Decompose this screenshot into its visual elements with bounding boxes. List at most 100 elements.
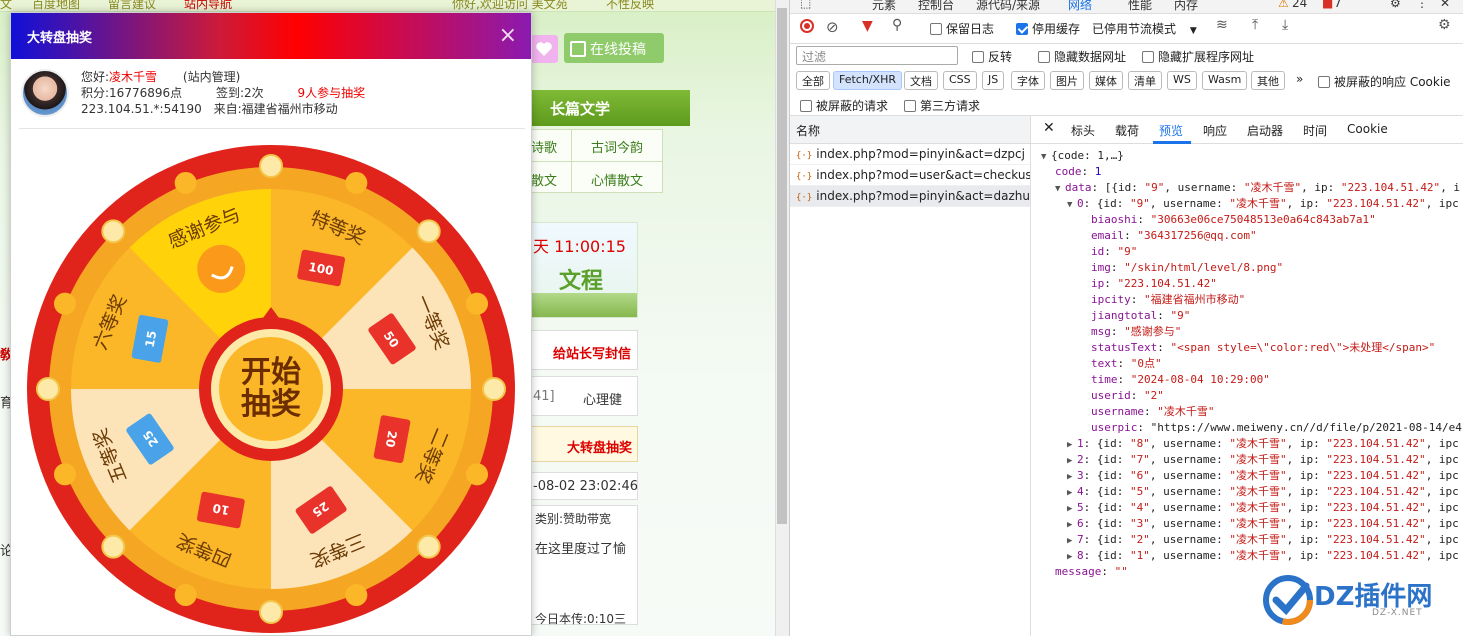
request-row-selected[interactable]: {·}index.php?mod=pinyin&act=dazhuan...: [790, 186, 1030, 207]
wheel-light-bulb: [345, 171, 368, 194]
settings-icon[interactable]: ⚙: [1390, 0, 1401, 10]
avatar[interactable]: [21, 69, 69, 117]
write-letter-box: 给站长写封信: [530, 330, 638, 370]
type-filter-chip[interactable]: 清单: [1128, 71, 1162, 90]
wheel-light-bulb: [482, 377, 506, 401]
heart-icon: [536, 42, 552, 56]
network-settings-icon[interactable]: ⚙: [1438, 17, 1451, 33]
json-tree-node[interactable]: ▶ 1: {id: "8", username: "凌木千雪", ip: "223…: [1067, 436, 1459, 453]
top-link-report[interactable]: 不性反映: [606, 0, 654, 12]
tab-payload[interactable]: 载荷: [1115, 122, 1139, 139]
invert-checkbox[interactable]: 反转: [972, 48, 1012, 65]
clear-icon[interactable]: ⊘: [826, 18, 839, 36]
wheel-light-bulb: [259, 600, 283, 624]
heart-button[interactable]: [530, 35, 558, 63]
blocked-cookies-checkbox[interactable]: 被屏蔽的响应 Cookie: [1318, 73, 1451, 90]
third-party-checkbox[interactable]: 第三方请求: [904, 97, 980, 114]
user-points: 积分:16776896点: [81, 86, 183, 100]
request-row[interactable]: {·} index.php?mod=pinyin&act=dzpcj: [790, 144, 1030, 165]
network-conditions-icon[interactable]: ≋: [1216, 17, 1228, 33]
type-filter-chip[interactable]: 全部: [796, 71, 830, 90]
sub-nav-classical[interactable]: 古词今韵: [591, 137, 643, 156]
top-link-fragment[interactable]: 文: [0, 0, 12, 12]
blocked-requests-checkbox[interactable]: 被屏蔽的请求: [800, 97, 888, 114]
search-icon[interactable]: ⚲: [892, 17, 902, 33]
tab-console[interactable]: 控制台: [918, 0, 954, 13]
nav-item-long-literature[interactable]: 长篇文学: [550, 98, 610, 119]
username[interactable]: 凌木千雪: [109, 70, 157, 84]
throttle-select[interactable]: 已停用节流模式 ▼: [1092, 20, 1197, 37]
close-icon[interactable]: ×: [499, 23, 517, 48]
upload-icon[interactable]: ⤒: [1252, 17, 1258, 33]
preserve-log-checkbox[interactable]: 保留日志: [930, 20, 994, 37]
type-filter-chip[interactable]: Fetch/XHR: [833, 71, 902, 90]
top-link-baidu-map[interactable]: 百度地图: [32, 0, 80, 12]
record-icon[interactable]: [800, 19, 814, 33]
json-tree-node[interactable]: ▼ data: [{id: "9", username: "凌木千雪", ip: …: [1055, 180, 1460, 197]
type-filter-chip[interactable]: 图片: [1050, 71, 1084, 90]
request-row[interactable]: {·} index.php?mod=user&act=checkuser: [790, 165, 1030, 186]
warning-icon[interactable]: ⚠: [1278, 0, 1289, 10]
tab-memory[interactable]: 内存: [1174, 0, 1198, 13]
json-tree-node[interactable]: ▶ 4: {id: "5", username: "凌木千雪", ip: "223…: [1067, 484, 1459, 501]
banner-box: 天 11:00:15 文程: [530, 222, 638, 318]
page-scrollbar-thumb[interactable]: [777, 8, 787, 524]
start-draw-button[interactable]: 开始 抽奖: [207, 325, 335, 453]
type-filter-chip[interactable]: WS: [1167, 71, 1197, 90]
psych-link[interactable]: 心理健: [583, 389, 622, 408]
type-filter-chip[interactable]: Wasm: [1202, 71, 1248, 90]
tab-network[interactable]: 网络: [1068, 0, 1092, 13]
submit-article-button[interactable]: 在线投稿: [564, 33, 664, 63]
resource-type-filters: 全部 Fetch/XHR 文档 CSS JS 字体 图片 媒体 清单 WS Wasm 其他 » 被屏蔽的响…: [790, 68, 1463, 93]
type-filter-chip[interactable]: 其他: [1251, 71, 1285, 90]
tab-cookie[interactable]: Cookie: [1347, 122, 1388, 136]
type-filter-chip[interactable]: CSS: [943, 71, 977, 90]
type-filter-chip[interactable]: JS: [982, 71, 1005, 90]
json-tree-node[interactable]: ▶ 6: {id: "3", username: "凌木千雪", ip: "223…: [1067, 516, 1459, 533]
tab-preview[interactable]: 预览: [1159, 122, 1183, 139]
banner-grass: [531, 293, 637, 317]
tab-performance[interactable]: 性能: [1128, 0, 1152, 13]
download-icon[interactable]: ⤓: [1282, 17, 1288, 33]
json-tree-node[interactable]: ▶ 2: {id: "7", username: "凌木千雪", ip: "223…: [1067, 452, 1459, 469]
filter-icon[interactable]: ▼: [862, 18, 873, 34]
more-types-icon[interactable]: »: [1296, 72, 1303, 86]
top-link-site-nav[interactable]: 站内导航: [184, 0, 232, 12]
json-tree-node[interactable]: ▶ 5: {id: "4", username: "凌木千雪", ip: "223…: [1067, 500, 1459, 517]
tab-response[interactable]: 响应: [1203, 122, 1227, 139]
sub-nav-mood-prose[interactable]: 心情散文: [591, 170, 643, 189]
more-icon[interactable]: ⋮: [1416, 0, 1428, 10]
type-filter-chip[interactable]: 字体: [1011, 71, 1045, 90]
hide-data-urls-checkbox[interactable]: 隐藏数据网址: [1038, 48, 1126, 65]
blocked-filter-row: 被屏蔽的请求 第三方请求: [790, 94, 1463, 116]
filter-input[interactable]: 过滤: [796, 46, 958, 65]
tab-initiator[interactable]: 启动器: [1247, 122, 1283, 139]
top-link-feedback[interactable]: 留言建议: [108, 0, 156, 12]
tab-headers[interactable]: 标头: [1071, 122, 1095, 139]
json-tree-node[interactable]: ▼ 0: {id: "9", username: "凌木千雪", ip: "223…: [1067, 196, 1459, 213]
json-tree-node[interactable]: ▶ 3: {id: "6", username: "凌木千雪", ip: "223…: [1067, 468, 1459, 485]
error-icon[interactable]: ■: [1322, 0, 1333, 10]
name-column-header[interactable]: 名称: [790, 116, 1030, 144]
type-filter-chip[interactable]: 媒体: [1089, 71, 1123, 90]
nav-bar: 长篇文学: [530, 90, 690, 126]
inspect-icon[interactable]: ⬚: [800, 0, 811, 10]
type-filter-chip[interactable]: 文档: [904, 71, 938, 90]
tab-elements[interactable]: 元素: [872, 0, 896, 13]
tab-timing[interactable]: 时间: [1303, 122, 1327, 139]
close-devtools-icon[interactable]: ✕: [1440, 0, 1450, 10]
xhr-icon: {·}: [796, 172, 813, 182]
tab-sources[interactable]: 源代码/来源: [976, 0, 1040, 13]
disable-cache-checkbox[interactable]: 停用缓存: [1016, 20, 1080, 37]
json-tree-node[interactable]: ▶ 7: {id: "2", username: "凌木千雪", ip: "223…: [1067, 532, 1459, 549]
lottery-link[interactable]: 大转盘抽奖: [567, 437, 632, 456]
sub-nav-poetry[interactable]: 诗歌: [531, 137, 557, 156]
close-detail-icon[interactable]: ✕: [1043, 120, 1055, 136]
json-tree-node[interactable]: ▶ 8: {id: "1", username: "凌木千雪", ip: "223…: [1067, 548, 1459, 565]
write-to-admin-link[interactable]: 给站长写封信: [553, 343, 631, 362]
wheel-light-bulb: [101, 534, 126, 559]
modal-header: 大转盘抽奖 ×: [11, 13, 531, 59]
json-tree-node[interactable]: ▼ {code: 1,…}: [1041, 148, 1124, 165]
sub-nav-prose[interactable]: 散文: [531, 170, 557, 189]
hide-extension-urls-checkbox[interactable]: 隐藏扩展程序网址: [1142, 48, 1254, 65]
